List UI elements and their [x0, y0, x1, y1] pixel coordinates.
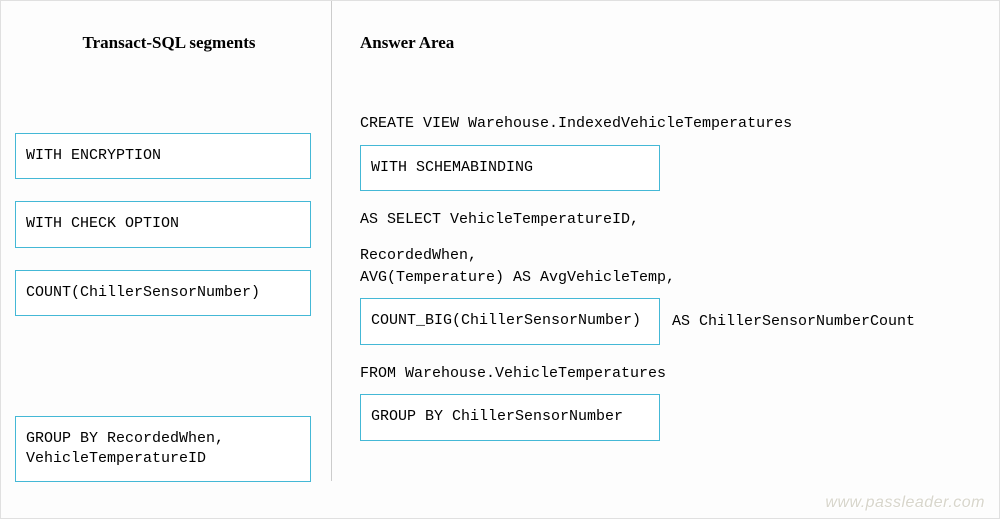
- segments-column: Transact-SQL segments WITH ENCRYPTION WI…: [11, 21, 331, 508]
- segment-group-by-recordedwhen[interactable]: GROUP BY RecordedWhen, VehicleTemperatur…: [15, 416, 311, 483]
- sql-from: FROM Warehouse.VehicleTemperatures: [360, 363, 979, 385]
- sql-as-chillercount: AS ChillerSensorNumberCount: [672, 311, 915, 333]
- answer-heading: Answer Area: [360, 33, 979, 53]
- drop-slot-with-schemabinding[interactable]: WITH SCHEMABINDING: [360, 145, 660, 191]
- answer-column: Answer Area CREATE VIEW Warehouse.Indexe…: [332, 21, 989, 508]
- segment-with-check-option[interactable]: WITH CHECK OPTION: [15, 201, 311, 247]
- segment-with-encryption[interactable]: WITH ENCRYPTION: [15, 133, 311, 179]
- sql-create-view: CREATE VIEW Warehouse.IndexedVehicleTemp…: [360, 113, 979, 135]
- watermark: www.passleader.com: [825, 494, 985, 512]
- main-container: Transact-SQL segments WITH ENCRYPTION WI…: [1, 1, 999, 518]
- sql-recordedwhen-avg: RecordedWhen, AVG(Temperature) AS AvgVeh…: [360, 245, 979, 289]
- drop-slot-count-big[interactable]: COUNT_BIG(ChillerSensorNumber): [360, 298, 660, 344]
- segment-count-chiller[interactable]: COUNT(ChillerSensorNumber): [15, 270, 311, 316]
- sql-as-select: AS SELECT VehicleTemperatureID,: [360, 209, 979, 231]
- drop-slot-group-by[interactable]: GROUP BY ChillerSensorNumber: [360, 394, 660, 440]
- segments-heading: Transact-SQL segments: [15, 33, 323, 53]
